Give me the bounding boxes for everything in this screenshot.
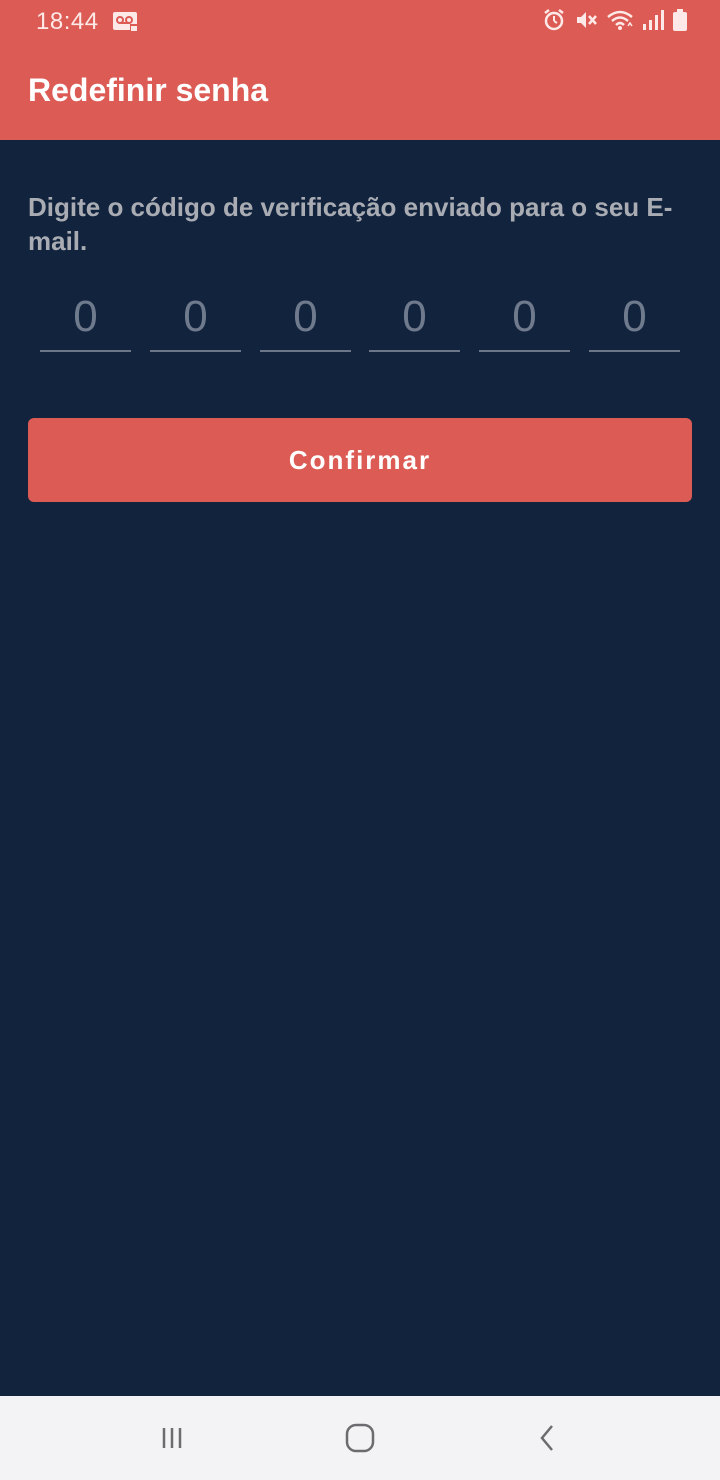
confirm-button[interactable]: Confirmar xyxy=(28,418,692,502)
app-bar: Redefinir senha xyxy=(0,44,720,140)
vibrate-mute-icon xyxy=(574,8,598,32)
navigation-bar xyxy=(0,1396,720,1480)
signal-icon xyxy=(642,8,664,32)
code-digit-1-input[interactable]: 0 xyxy=(40,284,131,352)
verification-code-input: 0 0 0 0 0 0 xyxy=(40,284,680,352)
code-digit-4-input[interactable]: 0 xyxy=(369,284,460,352)
wifi-icon xyxy=(606,8,634,32)
alarm-icon xyxy=(542,8,566,32)
home-icon[interactable] xyxy=(340,1418,380,1458)
screen: 18:44 Redefinir senha Digite o código de… xyxy=(0,0,720,1480)
voicemail-icon xyxy=(112,10,140,37)
status-time: 18:44 xyxy=(36,8,99,35)
code-digit-5-input[interactable]: 0 xyxy=(479,284,570,352)
back-icon[interactable] xyxy=(528,1418,568,1458)
code-digit-6-input[interactable]: 0 xyxy=(589,284,680,352)
instruction-text: Digite o código de verificação enviado p… xyxy=(28,192,673,256)
status-icons xyxy=(542,8,688,32)
recent-apps-icon[interactable] xyxy=(152,1418,192,1458)
page-title: Redefinir senha xyxy=(28,72,269,108)
status-bar: 18:44 xyxy=(0,0,720,44)
code-digit-3-input[interactable]: 0 xyxy=(260,284,351,352)
code-digit-2-input[interactable]: 0 xyxy=(150,284,241,352)
battery-icon xyxy=(672,8,688,32)
